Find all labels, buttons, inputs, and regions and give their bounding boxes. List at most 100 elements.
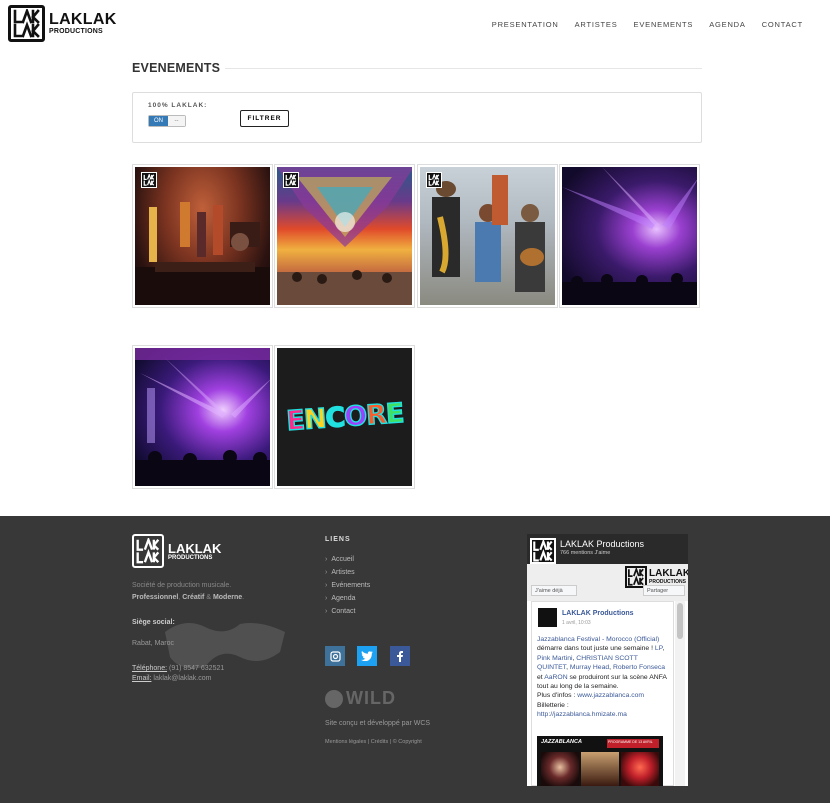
fb-link-murray-head[interactable]: Murray Head (570, 664, 609, 671)
wild-logo[interactable]: WILD (325, 688, 396, 709)
fb-post-image-sub: PROGRAMME DE 13 AVRIL (607, 739, 659, 748)
footer-link-agenda[interactable]: Agenda (325, 595, 370, 608)
footer-logo-text: LAKLAK PRODUCTIONS (168, 542, 221, 561)
legal-credits-link[interactable]: Crédits (371, 739, 388, 745)
footer-link-evenements[interactable]: Evénements (325, 582, 370, 595)
seat-label: Siège social: (132, 619, 175, 626)
fb-post-image-artist-2 (581, 752, 619, 786)
fb-scrollbar[interactable] (675, 601, 685, 786)
event-image-concert (135, 167, 270, 305)
laklak-badge-icon (283, 172, 299, 188)
fb-post-date: 1 avril, 10:03 (562, 620, 591, 626)
fb-page-name[interactable]: LAKLAK Productions (560, 539, 644, 549)
site-logo[interactable]: LAKLAK PRODUCTIONS (8, 5, 117, 42)
event-image-stage-lights (135, 348, 270, 486)
title-divider (225, 68, 702, 69)
wild-text: WILD (346, 688, 396, 708)
filter-label: 100% LAKLAK: (148, 102, 208, 109)
logo-text: LAKLAK PRODUCTIONS (49, 11, 117, 36)
fb-scroll-thumb[interactable] (677, 603, 683, 639)
fb-text-6: Billetterie : (537, 701, 569, 709)
event-card[interactable] (417, 164, 558, 308)
laklak-badge-icon (426, 172, 442, 188)
desc-bold1: Professionnel (132, 594, 179, 601)
nav-artistes[interactable]: ARTISTES (575, 20, 618, 29)
fb-link-roberto-fonseca[interactable]: Roberto Fonseca (613, 664, 665, 671)
nav-contact[interactable]: CONTACT (762, 20, 803, 29)
fb-link-tickets[interactable]: http://jazzablanca.hmizate.ma (537, 711, 627, 718)
brand-sub: PRODUCTIONS (49, 28, 103, 35)
site-header: LAKLAK PRODUCTIONS PRESENTATION ARTISTES… (0, 0, 830, 50)
facebook-page-widget: LAKLAK Productions 766 mentions J'aime L… (527, 534, 688, 786)
fb-link-website[interactable]: www.jazzablanca.com (577, 692, 644, 699)
phone-label: Téléphone: (132, 665, 168, 672)
nav-presentation[interactable]: PRESENTATION (492, 20, 559, 29)
main-nav: PRESENTATION ARTISTES EVENEMENTS AGENDA … (492, 20, 803, 29)
fb-share-button[interactable]: Partager (643, 585, 685, 596)
fb-like-button[interactable]: J'aime déjà (531, 585, 577, 596)
fb-text-5: Plus d'infos : (537, 692, 578, 700)
site-footer: LAKLAK PRODUCTIONS Société de production… (0, 516, 830, 803)
email-label: Email: (132, 675, 152, 682)
event-card[interactable] (274, 164, 415, 308)
twitter-icon[interactable] (357, 646, 377, 666)
nav-evenements[interactable]: EVENEMENTS (634, 20, 694, 29)
legal-mentions-link[interactable]: Mentions légales (325, 739, 366, 745)
fb-post-text: Jazzablanca Festival - Morocco (Official… (537, 636, 667, 719)
email-link[interactable]: laklak@laklak.com (153, 675, 211, 682)
brand-name: LAKLAK (49, 11, 117, 28)
fb-link-lp[interactable]: LP (655, 645, 662, 652)
phone-value: (91) 8547 632521 (168, 665, 225, 672)
event-card[interactable] (559, 164, 700, 308)
toggle-off[interactable]: -- (168, 116, 185, 126)
fb-text-2: démarre dans tout juste une semaine ! (537, 645, 655, 653)
seat-value: Rabat, Maroc (132, 640, 175, 647)
facebook-icon[interactable] (390, 646, 410, 666)
footer-link-artistes[interactable]: Artistes (325, 569, 370, 582)
footer-links: Accueil Artistes Evénements Agenda Conta… (325, 556, 370, 621)
fb-like-label: J'aime déjà (535, 587, 563, 594)
footer-link-contact[interactable]: Contact (325, 608, 370, 621)
desc-line1: Société de production musicale. (132, 582, 232, 589)
toggle-on[interactable]: ON (149, 116, 168, 126)
footer-legal: Mentions légales | Crédits | © Copyright (325, 739, 422, 745)
fb-post-image-artist-3 (621, 752, 659, 786)
event-card[interactable]: ENCORE (274, 345, 415, 489)
fb-cover-brand: LAKLAK (649, 568, 688, 579)
event-card[interactable] (132, 345, 273, 489)
filter-button[interactable]: FILTRER (240, 110, 289, 127)
footer-brand-name: LAKLAK (168, 540, 222, 556)
laklak-logo-icon (8, 5, 45, 42)
fb-link-aaron[interactable]: AaRON (544, 674, 567, 681)
desc-bold2: Créatif (182, 594, 205, 601)
footer-link-accueil[interactable]: Accueil (325, 556, 370, 569)
fb-post-author[interactable]: LAKLAK Productions (562, 610, 634, 617)
laklak-toggle[interactable]: ON -- (148, 115, 186, 127)
instagram-icon[interactable] (325, 646, 345, 666)
laklak-logo-icon (132, 534, 164, 568)
svg-text:ENCORE: ENCORE (285, 398, 404, 437)
fb-post-avatar[interactable] (538, 608, 557, 627)
fb-link-pink-martini[interactable]: Pink Martini (537, 655, 573, 662)
event-image-encore: ENCORE (277, 348, 412, 486)
page-title: EVENEMENTS (132, 61, 221, 75)
event-image-festival (277, 167, 412, 305)
nav-agenda[interactable]: AGENDA (709, 20, 745, 29)
fb-post-image[interactable]: JAZZABLANCA PROGRAMME DE 13 AVRIL (537, 736, 663, 786)
encore-letter: E (385, 398, 405, 430)
encore-letter: C (324, 402, 345, 434)
event-image-light-show (562, 167, 697, 305)
footer-description: Société de production musicale. Professi… (132, 580, 244, 604)
fb-link-jazzablanca[interactable]: Jazzablanca Festival - Morocco (537, 636, 632, 643)
fb-post: LAKLAK Productions 1 avril, 10:03 Jazzab… (531, 601, 674, 786)
footer-credit: Site conçu et développé par WCS (325, 720, 431, 727)
contact-info: Téléphone: (91) 8547 632521 Email: lakla… (132, 664, 224, 684)
event-image-street-band (420, 167, 555, 305)
fb-link-official[interactable]: (Official) (634, 636, 659, 643)
links-title: LIENS (325, 536, 351, 543)
fb-share-label: Partager (647, 587, 669, 594)
fb-page-avatar[interactable] (530, 538, 556, 564)
event-card[interactable] (132, 164, 273, 308)
desc-bold3: Moderne (212, 594, 243, 601)
fb-likes-count: 766 mentions J'aime (560, 550, 611, 556)
